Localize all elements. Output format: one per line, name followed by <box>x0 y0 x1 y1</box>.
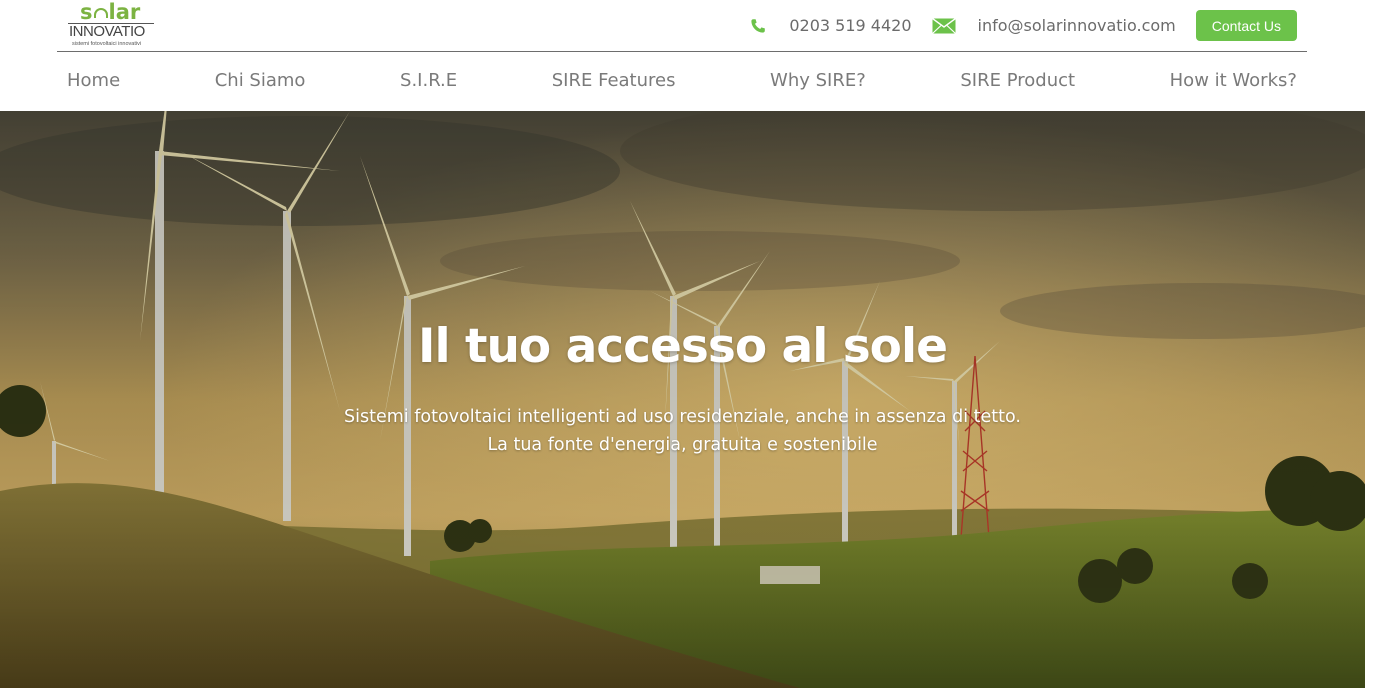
page-right-gutter <box>1365 111 1385 688</box>
contact-bar: 0203 519 4420 info@solarinnovatio.com Co… <box>749 10 1297 41</box>
header-divider <box>57 51 1307 52</box>
envelope-icon <box>931 17 956 35</box>
phone-number: 0203 519 4420 <box>789 16 912 35</box>
main-nav: Home Chi Siamo S.I.R.E SIRE Features Why… <box>67 70 1297 91</box>
contact-us-button[interactable]: Contact Us <box>1195 10 1297 41</box>
site-logo[interactable]: s lar INNOVATIO sistemi fotovoltaici inno… <box>66 0 158 49</box>
hero-subtitle-line1: Sistemi fotovoltaici intelligenti ad uso… <box>344 407 1021 427</box>
nav-item-how-it-works[interactable]: How it Works? <box>1170 70 1297 91</box>
logo-tagline: sistemi fotovoltaici innovativi <box>72 41 142 47</box>
nav-item-chi-siamo[interactable]: Chi Siamo <box>215 70 306 91</box>
site-header: s lar INNOVATIO sistemi fotovoltaici inno… <box>0 0 1365 111</box>
hero-title: Il tuo accesso al sole <box>418 319 948 374</box>
email-address: info@solarinnovatio.com <box>977 16 1176 35</box>
hero-background-image <box>0 111 1365 688</box>
nav-item-sire[interactable]: S.I.R.E <box>400 70 457 91</box>
phone-contact[interactable]: 0203 519 4420 <box>749 16 912 35</box>
logo-word-solar: s lar <box>80 0 141 24</box>
hero-subtitle-line2: La tua fonte d'energia, gratuita e soste… <box>487 435 878 455</box>
phone-icon <box>749 17 767 35</box>
hero-banner: Il tuo accesso al sole Sistemi fotovolta… <box>0 111 1365 688</box>
nav-item-home[interactable]: Home <box>67 70 120 91</box>
logo-word-innovatio: INNOVATIO <box>69 23 145 40</box>
nav-item-sire-features[interactable]: SIRE Features <box>552 70 676 91</box>
nav-item-why-sire[interactable]: Why SIRE? <box>770 70 866 91</box>
email-contact[interactable]: info@solarinnovatio.com <box>931 16 1176 35</box>
nav-item-sire-product[interactable]: SIRE Product <box>960 70 1075 91</box>
